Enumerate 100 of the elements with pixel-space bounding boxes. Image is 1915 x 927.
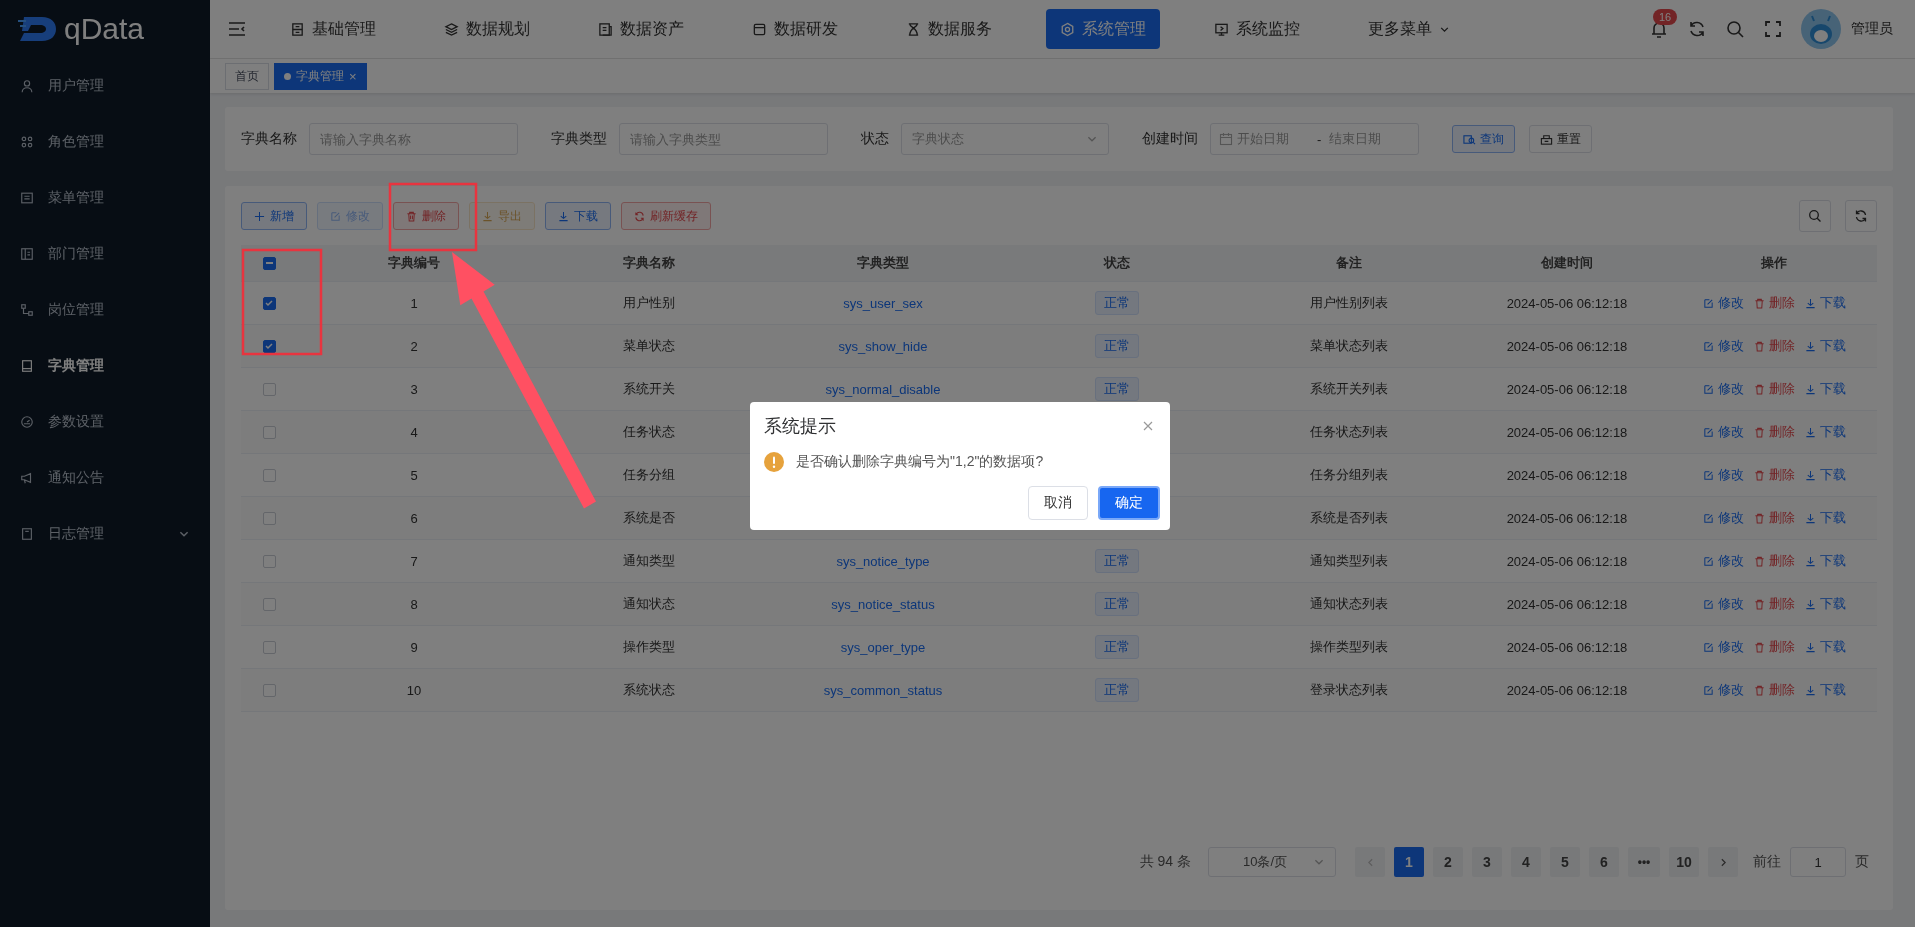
sidebar-item[interactable]: 参数设置 (0, 394, 210, 450)
row-checkbox[interactable] (262, 339, 276, 353)
nav-item[interactable]: 系统监控 (1200, 9, 1314, 49)
close-icon[interactable] (1142, 420, 1154, 432)
row-action-link[interactable]: 下载 (1804, 638, 1846, 656)
page-tab[interactable]: 字典管理 × (274, 62, 367, 90)
sidebar-item[interactable]: 通知公告 (0, 450, 210, 506)
row-action-link[interactable]: 修改 (1702, 681, 1744, 699)
row-checkbox[interactable] (262, 640, 276, 654)
menu-icon[interactable] (228, 22, 246, 36)
row-action-link[interactable]: 修改 (1702, 380, 1744, 398)
sidebar-item[interactable]: 用户管理 (0, 58, 210, 114)
reset-button[interactable]: 重置 (1529, 125, 1592, 153)
row-action-link[interactable]: 下载 (1804, 466, 1846, 484)
fullscreen-icon[interactable] (1763, 19, 1783, 39)
select-all-checkbox[interactable] (262, 256, 276, 270)
page-input[interactable]: 1 (1790, 847, 1846, 877)
row-action-link[interactable]: 下载 (1804, 337, 1846, 355)
row-action-link[interactable]: 下载 (1804, 595, 1846, 613)
page-button[interactable]: ••• (1628, 847, 1660, 877)
row-checkbox[interactable] (262, 296, 276, 310)
sidebar-item[interactable]: 菜单管理 (0, 170, 210, 226)
row-action-link[interactable]: 修改 (1702, 337, 1744, 355)
nav-item[interactable]: 更多菜单 (1354, 9, 1464, 49)
user-name[interactable]: 管理员 (1851, 20, 1893, 38)
page-button[interactable]: 5 (1550, 847, 1580, 877)
page-button[interactable]: 10 (1669, 847, 1699, 877)
row-action-link[interactable]: 修改 (1702, 552, 1744, 570)
row-action-link[interactable]: 修改 (1702, 423, 1744, 441)
row-action-link[interactable]: 删除 (1753, 380, 1795, 398)
dict-type-link[interactable]: sys_notice_status (831, 596, 935, 612)
page-button[interactable]: 6 (1589, 847, 1619, 877)
table-cell: 1 (410, 295, 418, 311)
cancel-button[interactable]: 取消 (1028, 486, 1088, 520)
row-checkbox[interactable] (262, 597, 276, 611)
row-action-link[interactable]: 下载 (1804, 380, 1846, 398)
row-action-link[interactable]: 修改 (1702, 294, 1744, 312)
dict-type-link[interactable]: sys_normal_disable (825, 381, 941, 397)
page-button[interactable]: 2 (1433, 847, 1463, 877)
row-action-link[interactable]: 删除 (1753, 638, 1795, 656)
row-action-link[interactable]: 修改 (1702, 595, 1744, 613)
row-action-link[interactable]: 删除 (1753, 294, 1795, 312)
nav-item[interactable]: 数据规划 (430, 9, 544, 49)
sidebar-item[interactable]: 字典管理 (0, 338, 210, 394)
row-action-link[interactable]: 下载 (1804, 423, 1846, 441)
row-action-link[interactable]: 下载 (1804, 509, 1846, 527)
row-checkbox[interactable] (262, 425, 276, 439)
page-button[interactable]: 4 (1511, 847, 1541, 877)
table-cell: 2024-05-06 06:12:18 (1506, 639, 1628, 655)
page-button[interactable]: 3 (1472, 847, 1502, 877)
page-size-select[interactable]: 10条/页 (1208, 847, 1336, 877)
row-checkbox[interactable] (262, 511, 276, 525)
sidebar-item[interactable]: 角色管理 (0, 114, 210, 170)
nav-item[interactable]: 基础管理 (276, 9, 390, 49)
refresh-button[interactable] (1845, 200, 1877, 232)
sidebar-item[interactable]: 岗位管理 (0, 282, 210, 338)
dict-type-link[interactable]: sys_oper_type (840, 639, 926, 655)
row-action-link[interactable]: 下载 (1804, 681, 1846, 699)
row-action-link[interactable]: 删除 (1753, 337, 1795, 355)
nav-item[interactable]: 系统管理 (1046, 9, 1160, 49)
row-checkbox[interactable] (262, 382, 276, 396)
row-action-link[interactable]: 删除 (1753, 681, 1795, 699)
nav-item[interactable]: 数据研发 (738, 9, 852, 49)
logo-text: qData (64, 12, 145, 46)
download-icon (1804, 469, 1816, 481)
row-action-link[interactable]: 删除 (1753, 423, 1795, 441)
row-action-link[interactable]: 下载 (1804, 552, 1846, 570)
row-action-link[interactable]: 下载 (1804, 294, 1846, 312)
row-action-link[interactable]: 修改 (1702, 638, 1744, 656)
page-button[interactable]: 1 (1394, 847, 1424, 877)
row-action-link[interactable]: 修改 (1702, 466, 1744, 484)
toolbar-button[interactable]: 下载 (545, 202, 611, 230)
sidebar-item[interactable]: 部门管理 (0, 226, 210, 282)
row-checkbox[interactable] (262, 554, 276, 568)
dict-type-link[interactable]: sys_show_hide (838, 338, 928, 354)
nav-item[interactable]: 数据资产 (584, 9, 698, 49)
dict-type-link[interactable]: sys_notice_type (836, 553, 930, 569)
row-action-link[interactable]: 删除 (1753, 466, 1795, 484)
page-tab[interactable]: 首页 (225, 62, 269, 90)
tab-close-icon[interactable]: × (349, 68, 357, 84)
row-action-link[interactable]: 删除 (1753, 509, 1795, 527)
download-icon (558, 210, 569, 222)
nav-item[interactable]: 数据服务 (892, 9, 1006, 49)
search-button[interactable]: 查询 (1452, 125, 1515, 153)
sidebar-item[interactable]: 日志管理 (0, 506, 210, 562)
toolbar-button[interactable]: 刷新缓存 (621, 202, 711, 230)
search-icon[interactable] (1725, 19, 1745, 39)
avatar-icon[interactable] (1801, 9, 1841, 49)
toolbar-button[interactable]: 新增 (241, 202, 307, 230)
dict-type-link[interactable]: sys_common_status (823, 682, 943, 698)
row-checkbox[interactable] (262, 683, 276, 697)
dict-type-link[interactable]: sys_user_sex (843, 295, 923, 311)
row-action-link[interactable]: 删除 (1753, 552, 1795, 570)
toolbar-button[interactable]: 删除 (393, 202, 459, 230)
row-action-link[interactable]: 修改 (1702, 509, 1744, 527)
refresh-icon[interactable] (1687, 19, 1707, 39)
row-action-link[interactable]: 删除 (1753, 595, 1795, 613)
confirm-button[interactable]: 确定 (1098, 486, 1160, 520)
row-checkbox[interactable] (262, 468, 276, 482)
search-toggle-button[interactable] (1799, 200, 1831, 232)
